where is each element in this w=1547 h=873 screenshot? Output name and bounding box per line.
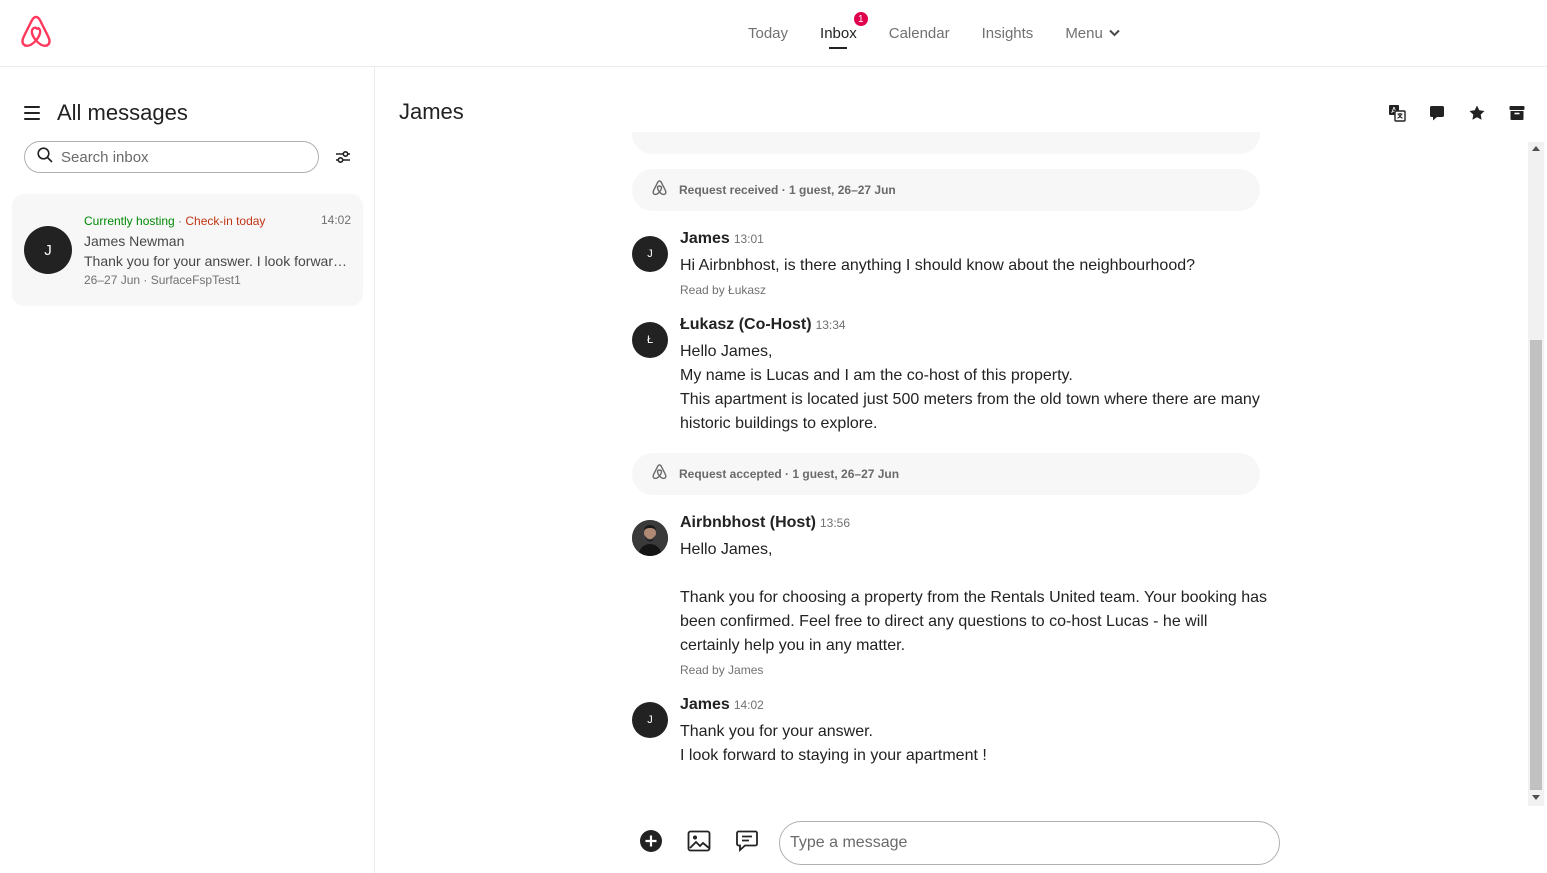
- message-line: Hello James,: [680, 343, 773, 360]
- conversation-actions: A: [1386, 102, 1546, 124]
- nav-inbox[interactable]: Inbox 1: [804, 0, 873, 66]
- event-text: Request received · 1 guest, 26–27 Jun: [679, 183, 896, 197]
- quick-reply-icon[interactable]: [734, 828, 760, 854]
- message-item: Ł Łukasz (Co-Host) 13:34 Hello James, My…: [632, 316, 1272, 436]
- message-time: 13:56: [819, 516, 851, 530]
- read-receipt: Read by Łukasz: [680, 283, 767, 297]
- nav-today-label: Today: [748, 24, 789, 42]
- message-line: Thank you for your answer.: [680, 723, 873, 740]
- image-icon[interactable]: [686, 828, 712, 854]
- nav-inbox-label: Inbox: [820, 24, 857, 42]
- search-box[interactable]: [24, 141, 319, 173]
- avatar: J: [632, 236, 668, 272]
- status-hosting: Currently hosting: [84, 214, 175, 228]
- message-item: J James 13:01 Hi Airbnbhost, is there an…: [632, 230, 1272, 300]
- chevron-down-icon: [1109, 29, 1120, 37]
- thread-guest-name: James Newman: [84, 233, 185, 249]
- top-navigation-bar: Today Inbox 1 Calendar Insights Menu: [0, 0, 1547, 67]
- composer-tools: [638, 828, 782, 854]
- scroll-up-arrow[interactable]: [1532, 146, 1540, 151]
- message-body: Hello James, Thank you for choosing a pr…: [680, 538, 1270, 658]
- thread-status: Currently hosting · Check-in today: [84, 214, 265, 228]
- inbox-sidebar: All messages J Currently hosting · Check…: [0, 67, 375, 873]
- chat-bubble-icon[interactable]: [1426, 102, 1448, 124]
- message-line: Hi Airbnbhost, is there anything I shoul…: [680, 257, 1196, 274]
- thread-time: 14:02: [320, 213, 351, 227]
- message-time: 14:02: [733, 698, 764, 712]
- message-input[interactable]: [790, 834, 1260, 852]
- message-item: Airbnbhost (Host) 13:56 Hello James, Tha…: [632, 514, 1272, 680]
- filter-icon[interactable]: [332, 147, 354, 167]
- message-sender: James: [680, 230, 730, 247]
- message-line: My name is Lucas and I am the co-host of…: [680, 367, 1073, 384]
- nav-insights-label: Insights: [981, 24, 1034, 42]
- plus-circle-icon[interactable]: [638, 828, 664, 854]
- message-body: Thank you for your answer. I look forwar…: [680, 720, 1270, 768]
- message-header: Airbnbhost (Host) 13:56: [680, 514, 850, 532]
- status-checkin: Check-in today: [185, 214, 266, 228]
- thread-meta: 26–27 Jun · SurfaceFspTest1: [84, 273, 241, 287]
- airbnb-logo-icon[interactable]: [20, 15, 52, 49]
- nav-calendar[interactable]: Calendar: [873, 0, 966, 66]
- scroll-down-arrow[interactable]: [1532, 795, 1540, 800]
- scrollbar-thumb[interactable]: [1530, 340, 1542, 790]
- airbnb-logo-small-icon: [652, 463, 667, 485]
- read-receipt: Read by James: [680, 663, 764, 677]
- archive-icon[interactable]: [1506, 102, 1528, 124]
- search-icon: [37, 146, 53, 168]
- message-header: Łukasz (Co-Host) 13:34: [680, 316, 846, 334]
- message-sender: Łukasz (Co-Host): [680, 316, 812, 333]
- search-input[interactable]: [61, 148, 291, 166]
- thread-item[interactable]: J Currently hosting · Check-in today 14:…: [12, 194, 363, 306]
- message-sender: James: [680, 696, 730, 713]
- message-body: Hi Airbnbhost, is there anything I shoul…: [680, 254, 1270, 278]
- message-item: J James 14:02 Thank you for your answer.…: [632, 696, 1272, 776]
- event-request-accepted: Request accepted · 1 guest, 26–27 Jun: [632, 453, 1260, 495]
- message-header: James 14:02: [680, 696, 764, 714]
- previous-event-card: [632, 132, 1260, 154]
- message-line: [680, 562, 1270, 586]
- sidebar-title: All messages: [57, 100, 188, 125]
- message-time: 13:34: [815, 318, 846, 332]
- main-nav: Today Inbox 1 Calendar Insights Menu: [732, 0, 1136, 66]
- nav-insights[interactable]: Insights: [966, 0, 1050, 66]
- avatar: J: [632, 702, 668, 738]
- nav-menu[interactable]: Menu: [1049, 0, 1136, 66]
- message-composer[interactable]: [779, 821, 1280, 865]
- hamburger-icon[interactable]: [24, 106, 40, 120]
- avatar: Ł: [632, 322, 668, 358]
- status-separator: ·: [174, 214, 186, 228]
- message-line: I look forward to staying in your apartm…: [680, 747, 987, 764]
- nav-calendar-label: Calendar: [888, 24, 950, 42]
- message-line: Hello James,: [680, 541, 773, 558]
- message-body: Hello James, My name is Lucas and I am t…: [680, 340, 1270, 436]
- airbnb-logo-small-icon: [652, 179, 667, 201]
- event-text: Request accepted · 1 guest, 26–27 Jun: [679, 467, 900, 481]
- message-line: Thank you for choosing a property from t…: [680, 589, 1268, 654]
- message-time: 13:01: [733, 232, 764, 246]
- conversation-title: James: [399, 99, 464, 124]
- event-request-received: Request received · 1 guest, 26–27 Jun: [632, 169, 1260, 211]
- thread-preview: Thank you for your answer. I look forwar…: [84, 253, 350, 269]
- host-avatar: [632, 520, 668, 556]
- nav-menu-label: Menu: [1065, 24, 1103, 42]
- message-header: James 13:01: [680, 230, 764, 248]
- nav-today[interactable]: Today: [732, 0, 804, 66]
- message-sender: Airbnbhost (Host): [680, 514, 816, 531]
- sidebar-header: All messages: [24, 100, 188, 126]
- translate-icon[interactable]: A: [1386, 102, 1408, 124]
- avatar: J: [24, 226, 72, 274]
- inbox-unread-badge: 1: [852, 11, 869, 27]
- message-line: This apartment is located just 500 meter…: [680, 391, 1260, 432]
- star-icon[interactable]: [1466, 102, 1488, 124]
